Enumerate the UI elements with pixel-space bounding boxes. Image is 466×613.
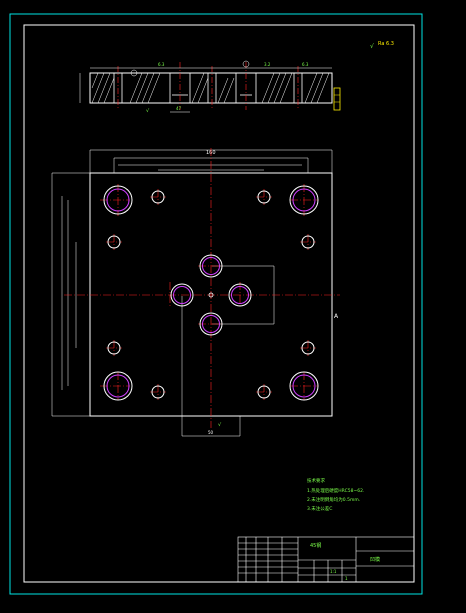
svg-text:√: √ (218, 422, 222, 428)
section-hatching (91, 72, 330, 104)
cad-drawing: √ Ra 6.3 6.3 3.2 6.3 47 √ A 50 √ 技术要求 1.… (9, 13, 423, 595)
section-roughness-3: 6.3 (302, 62, 309, 67)
material-text: 45钢 (310, 542, 321, 549)
section-roughness-1: 6.3 (158, 62, 165, 67)
tech-note-1: 1.热处理后硬度HRC58~62. (307, 487, 364, 494)
tech-notes: 技术要求 1.热处理后硬度HRC58~62. 2.未注明倒角均为0.5mm. 3… (307, 477, 364, 512)
roughness-symbol-top: √ Ra 6.3 (370, 41, 394, 50)
bottom-dim: 50 (208, 430, 214, 435)
section-view: 6.3 3.2 6.3 47 √ (79, 60, 341, 114)
section-marker: A (334, 313, 339, 320)
scale-text: 1:1 (330, 569, 337, 574)
sheets-text: 1 (345, 576, 348, 581)
svg-text:√: √ (370, 43, 374, 50)
part-name-text: 凹模 (370, 556, 380, 563)
roughness-value: Ra 6.3 (378, 41, 394, 47)
section-roughness-2: 3.2 (264, 62, 271, 67)
section-bottom-dim: 47 (176, 106, 182, 111)
title-block (237, 536, 415, 583)
plan-view: 160 A 50 √ (51, 148, 340, 437)
tech-note-3: 3.未注公差C (307, 505, 332, 512)
svg-text:√: √ (146, 108, 150, 114)
tech-notes-heading: 技术要求 (307, 477, 325, 484)
tech-note-2: 2.未注明倒角均为0.5mm. (307, 496, 360, 503)
